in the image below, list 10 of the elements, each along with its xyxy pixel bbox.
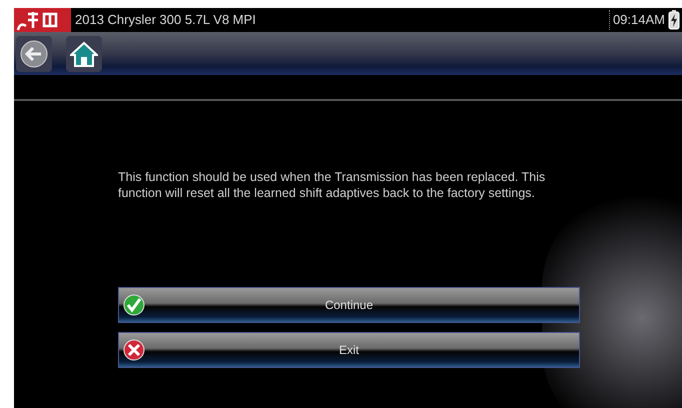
vehicle-name: 2013 Chrysler 300 5.7L V8 MPI [75,11,256,30]
scanner-logo-icon [14,8,71,32]
home-button[interactable] [66,36,102,72]
battery-icon [668,10,680,30]
close-icon [123,339,145,361]
exit-button[interactable]: Exit [118,332,580,368]
back-button[interactable] [16,36,52,72]
info-message: This function should be used when the Transmission has been replaced. This function will reset all the learned shift adaptives back to the factory settings. [118,169,546,201]
continue-button[interactable]: Continue [118,287,580,323]
check-icon [123,294,145,316]
